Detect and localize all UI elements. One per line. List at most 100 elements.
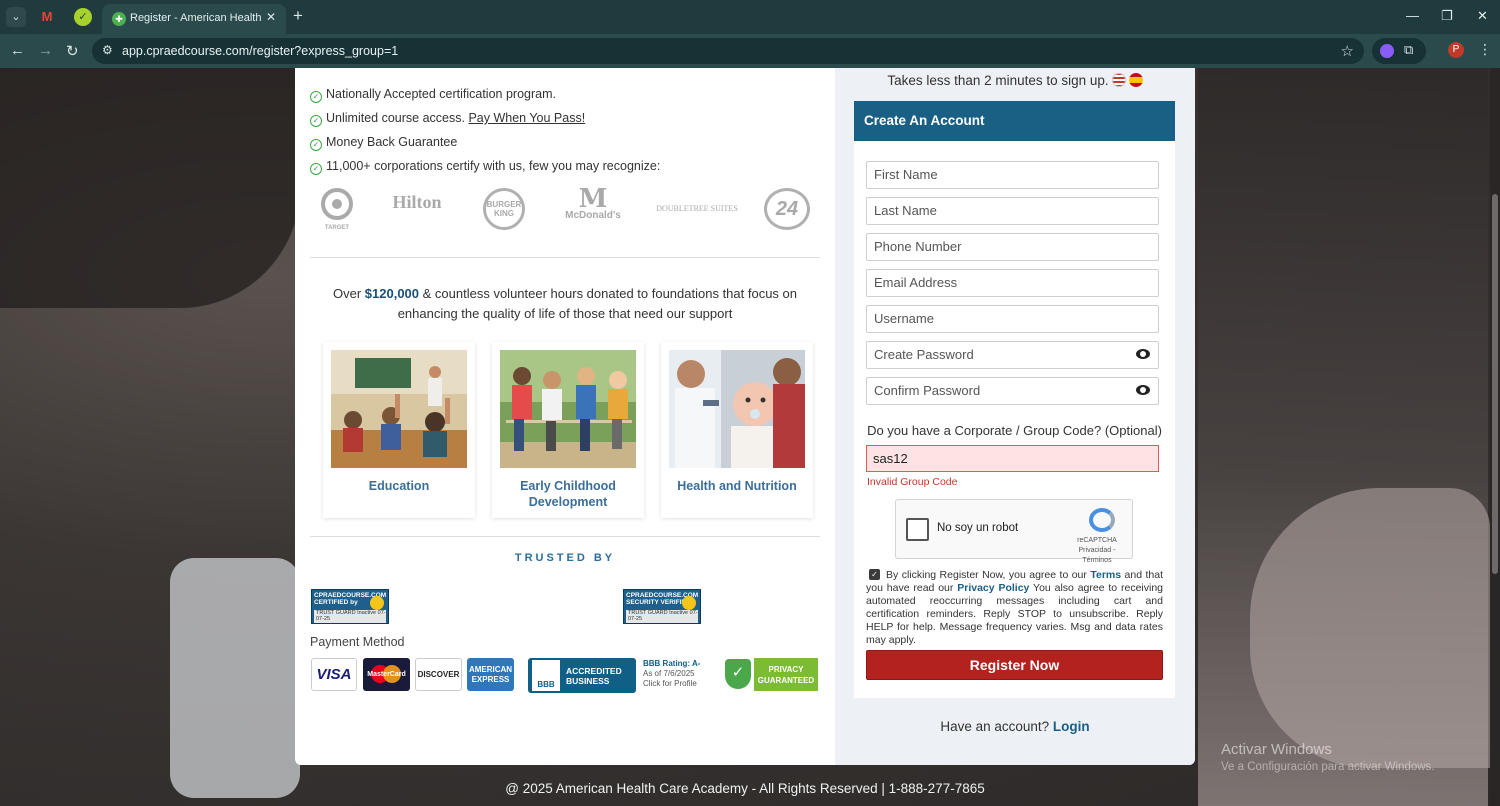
login-prompt: Have an account? Login [940,719,1090,734]
page-scrollbar[interactable] [1490,68,1500,806]
check-circle-icon: ✓ [310,163,322,175]
extension-icon[interactable] [1380,44,1394,58]
new-tab-icon[interactable]: + [293,6,303,26]
back-icon[interactable]: ← [10,42,25,59]
browser-menu-icon[interactable]: ⋮ [1478,41,1492,58]
url-field[interactable]: ⚙ app.cpraedcourse.com/register?express_… [92,38,1364,64]
hilton-logo: Hilton [392,192,442,212]
doubletree-logo: DOUBLETREE SUITES [656,204,738,213]
create-password-field[interactable]: Create Password [866,341,1159,369]
show-password-eye-icon[interactable] [1136,385,1150,395]
bbb-accredited-badge[interactable]: BBB ACCREDITED BUSINESS [528,658,636,693]
bbb-rating[interactable]: BBB Rating: A- As of 7/6/2025 Click for … [643,659,700,689]
feature-item: ✓ 11,000+ corporations certify with us, f… [310,159,660,175]
forward-icon[interactable]: → [38,42,53,59]
background-photo [0,68,300,308]
cause-card-health[interactable]: Health and Nutrition [661,342,813,518]
last-name-field[interactable]: Last Name [866,197,1159,225]
tab-title: Register - American Health Care [130,12,262,24]
burger-king-logo: BURGER KING [483,188,525,230]
amex-icon: AMERICAN EXPRESS [467,658,514,691]
24-hour-fitness-logo: 24 [764,188,810,230]
login-link[interactable]: Login [1053,719,1090,734]
bookmark-star-icon[interactable]: ☆ [1341,42,1354,60]
register-card: ✓ Nationally Accepted certification progr… [295,68,1195,765]
create-account-form: Create An Account First Name Last Name P… [854,101,1175,698]
mcdonalds-logo: M McDonald's [565,184,621,221]
active-tab[interactable]: ✚ Register - American Health Care ✕ [102,4,286,34]
phone-field[interactable]: Phone Number [866,233,1159,261]
close-tab-icon[interactable]: ✕ [266,10,276,24]
payment-method-label: Payment Method [310,635,405,649]
cause-card-education[interactable]: Education [323,342,475,518]
checkmark-pinned-tab-icon[interactable]: ✓ [74,8,92,26]
first-name-field[interactable]: First Name [866,161,1159,189]
feature-item: ✓ Nationally Accepted certification progr… [310,87,556,103]
privacy-guaranteed-badge: PRIVACY GUARANTEED [754,658,818,691]
feature-text: Unlimited course access. [326,111,465,125]
seal-emblem-icon [370,596,384,610]
show-password-eye-icon[interactable] [1136,349,1150,359]
minimize-icon[interactable]: — [1406,8,1419,23]
background-photo [1250,488,1490,768]
cause-card-early-childhood[interactable]: Early Childhood Development [492,342,644,518]
check-circle-icon: ✓ [310,139,322,151]
education-photo [331,350,467,468]
group-code-question: Do you have a Corporate / Group Code? (O… [867,423,1162,438]
privacy-policy-link[interactable]: Privacy Policy [957,582,1029,594]
url-text: app.cpraedcourse.com/register?express_gr… [122,44,399,58]
page-viewport: ✓ Nationally Accepted certification progr… [0,68,1500,806]
feature-item: ✓ Money Back Guarantee [310,135,457,151]
pay-when-you-pass-link[interactable]: Pay When You Pass! [468,111,585,125]
windows-activation-subtitle: Ve a Configuración para activar Windows. [1221,761,1435,773]
trust-guard-security-seal[interactable]: CPRAEDCOURSE.COM SECURITY VERIFIED TRUST… [623,589,701,624]
target-logo: TARGET [320,188,354,231]
windows-activation-title: Activar Windows [1221,741,1332,758]
spain-flag-icon[interactable] [1128,73,1143,87]
confirm-password-field[interactable]: Confirm Password [866,377,1159,405]
recaptcha-widget: No soy un robot reCAPTCHA Privacidad - T… [895,499,1133,564]
consent-checkbox[interactable]: ✓ [869,569,880,580]
extensions-area[interactable]: ⧉ [1372,38,1426,64]
recaptcha-checkbox[interactable] [906,518,929,541]
feature-text: Nationally Accepted certification progra… [326,87,556,101]
group-code-error: Invalid Group Code [867,476,958,488]
trusted-by-heading: TRUSTED BY [514,552,616,564]
page-footer: @ 2025 American Health Care Academy - Al… [505,781,985,796]
visa-icon: VISA [311,658,357,691]
donation-text: Over $120,000 & countless volunteer hour… [332,286,798,321]
divider [310,536,820,537]
group-code-input[interactable]: sas12 [866,445,1159,472]
recaptcha-links[interactable]: Privacidad - Términos [1064,546,1130,566]
signup-tagline: Takes less than 2 minutes to sign up. [835,73,1195,88]
tab-search-icon[interactable]: ⌄ [6,7,26,27]
site-favicon-icon: ✚ [112,12,126,26]
trust-guard-certified-seal[interactable]: CPRAEDCOURSE.COM CERTIFIED by TRUST GUAR… [311,589,389,624]
seal-emblem-icon [682,596,696,610]
feature-text: Money Back Guarantee [326,135,458,149]
recaptcha-label: No soy un robot [937,522,1019,534]
divider [310,257,820,258]
terms-link[interactable]: Terms [1090,569,1121,581]
reload-icon[interactable]: ↻ [66,42,79,60]
shield-check-icon: ✓ [725,659,751,689]
profile-avatar[interactable]: P [1448,42,1464,58]
site-info-icon[interactable]: ⚙ [102,43,113,57]
early-childhood-photo [500,350,636,468]
register-now-button[interactable]: Register Now [866,650,1163,680]
cause-label: Health and Nutrition [677,479,797,493]
puzzle-icon[interactable]: ⧉ [1404,42,1413,58]
restore-icon[interactable]: ❐ [1441,8,1453,24]
mastercard-icon: MasterCard [363,658,410,691]
username-field[interactable]: Username [866,305,1159,333]
cause-label: Early Childhood Development [520,479,616,509]
scrollbar-thumb[interactable] [1492,194,1498,574]
us-flag-icon[interactable] [1111,73,1126,87]
check-circle-icon: ✓ [310,115,322,127]
gmail-pinned-tab-icon[interactable]: M [38,8,56,26]
window-close-icon[interactable]: ✕ [1477,8,1488,24]
email-field[interactable]: Email Address [866,269,1159,297]
consent-text: By clicking Register Now, you agree to o… [866,569,1163,646]
background-photo [170,558,300,798]
feature-text: 11,000+ corporations certify with us, fe… [326,159,661,173]
